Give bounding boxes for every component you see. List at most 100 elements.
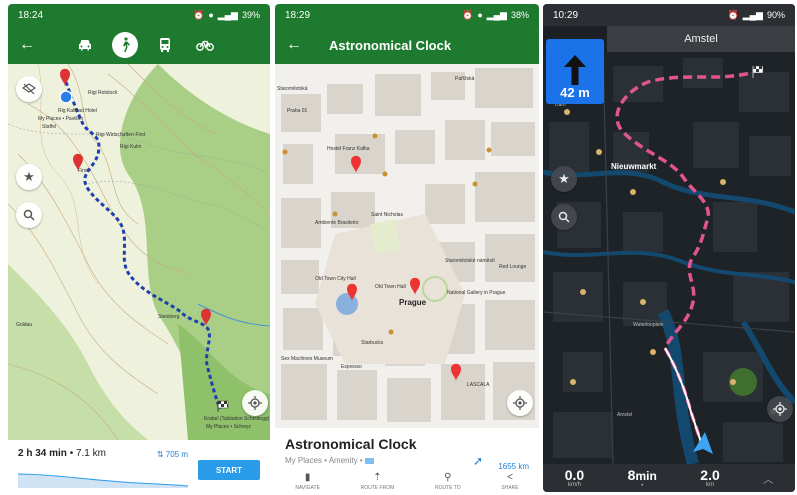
map-label: Staffel xyxy=(42,124,57,130)
bus-icon xyxy=(160,38,170,52)
map-label: LASCALA xyxy=(467,382,490,388)
status-bar: 18:24 ⏰ ● ▂▄▆ 39% xyxy=(8,4,270,26)
star-icon: ★ xyxy=(558,171,570,186)
speed-value: 0.0 xyxy=(564,467,585,483)
navigate-action[interactable]: ▮ NAVIGATE xyxy=(295,472,320,491)
phone-screen-hiking: 18:24 ⏰ ● ▂▄▆ 39% ← Rig Kaltbad Hotel My… xyxy=(8,4,270,492)
map-label: Staroměstská xyxy=(277,86,308,92)
map-label: Rigi Kulm xyxy=(120,144,142,150)
share-action[interactable]: < SHARE xyxy=(501,472,518,491)
route-duration: 2 h 34 min xyxy=(18,448,67,459)
turn-distance: 42 m xyxy=(560,85,590,100)
map-label: Pařížská xyxy=(455,76,475,82)
signal-icon: ▂▄▆ xyxy=(217,9,238,20)
search-button[interactable] xyxy=(551,204,577,230)
distance-stat: 2.0 km xyxy=(700,468,719,488)
bus-mode-button[interactable] xyxy=(152,32,178,58)
walk-mode-button[interactable] xyxy=(112,32,138,58)
signal-icon: ▂▄▆ xyxy=(742,9,763,20)
trip-stats-bar: 0.0 km/h 8min • 2.0 km ︿ xyxy=(543,464,795,492)
status-bar: 10:29 ⏰ ▂▄▆ 90% xyxy=(543,4,795,26)
place-distance: 1655 km xyxy=(498,462,529,471)
bike-icon xyxy=(196,40,214,51)
route-summary-panel: 2 h 34 min • 7.1 km ⇅ 705 m START xyxy=(8,440,270,492)
map-label: Goldau xyxy=(16,322,33,328)
map-label: Rigi Wirtschaften-First xyxy=(96,132,146,138)
route-from-action[interactable]: ⇡ ROUTE FROM xyxy=(361,472,395,491)
bike-mode-button[interactable] xyxy=(192,32,218,58)
category-color-icon xyxy=(364,457,374,464)
app-bar: ← Astronomical Clock xyxy=(275,26,539,64)
layers-off-icon xyxy=(22,83,36,95)
my-location-button[interactable] xyxy=(242,390,268,416)
alarm-icon: ⏰ xyxy=(462,9,474,20)
layers-button[interactable] xyxy=(16,76,42,102)
city-map-graphic xyxy=(275,64,539,428)
star-icon: ★ xyxy=(23,169,35,184)
map-label: Rigi Rotstock xyxy=(88,90,118,96)
car-icon xyxy=(79,40,91,51)
night-map[interactable]: Nieuwmarkt Dam Waterlooplein Amstel ★ xyxy=(543,52,795,464)
search-icon xyxy=(23,209,35,221)
place-detail-panel: Astronomical Clock My Places • Amenity •… xyxy=(275,428,539,492)
map-label: Steinberg xyxy=(158,314,180,320)
elevation-gain: ⇅ 705 m xyxy=(156,450,188,459)
page-title: Astronomical Clock xyxy=(329,37,452,53)
time-unit: min xyxy=(635,468,657,483)
car-mode-button[interactable] xyxy=(72,32,98,58)
turn-instruction: 42 m xyxy=(546,39,604,104)
status-time: 18:29 xyxy=(285,9,311,21)
speed-unit: km/h xyxy=(567,482,581,488)
map-label: Hostel Franz Kafka xyxy=(327,146,370,152)
map-label: Starbucks xyxy=(361,340,384,346)
start-button[interactable]: START xyxy=(198,460,260,480)
map-label: Rig Kaltbad Hotel xyxy=(58,108,97,114)
map-label: Waterlooplein xyxy=(633,322,664,328)
my-location-button[interactable] xyxy=(507,390,533,416)
map-label: First xyxy=(78,168,88,174)
distance-unit: km xyxy=(706,482,715,488)
chevron-up-icon[interactable]: ︿ xyxy=(763,471,773,486)
city-map[interactable]: Staroměstská Praha 01 Pařížská Hostel Fr… xyxy=(275,64,539,428)
phone-screen-navigation: 10:29 ⏰ ▂▄▆ 90% Amstel Nieuwmarkt Dam Wa… xyxy=(543,4,795,492)
route-to-action[interactable]: ⚲ ROUTE TO xyxy=(435,472,461,491)
map-label: Old Town Hall xyxy=(375,284,406,290)
map-label: My Places • Schwyz xyxy=(206,424,251,430)
map-label: Praha 01 xyxy=(287,108,308,114)
battery-percent: 39% xyxy=(241,10,260,20)
phone-screen-place: 18:29 ⏰ ● ▂▄▆ 38% ← Astronomical Clock S… xyxy=(275,4,539,492)
map-label-nieuwmarkt: Nieuwmarkt xyxy=(611,162,657,171)
crosshair-icon xyxy=(248,396,262,410)
route-from-icon: ⇡ xyxy=(373,472,382,483)
status-time: 10:29 xyxy=(553,9,579,21)
crosshair-icon xyxy=(773,402,787,416)
location-icon: ● xyxy=(477,10,483,20)
map-label: Sex Machines Museum xyxy=(281,356,333,362)
alarm-icon: ⏰ xyxy=(193,9,205,20)
search-button[interactable] xyxy=(16,202,42,228)
map-label: Espresso xyxy=(341,364,362,370)
map-label: Ambiente Brasileiro xyxy=(315,220,359,226)
search-icon xyxy=(558,211,570,223)
topographic-map[interactable]: Rig Kaltbad Hotel My Places • Pavilion S… xyxy=(8,64,270,440)
place-actions: ▮ NAVIGATE ⇡ ROUTE FROM ⚲ ROUTE TO < SHA… xyxy=(275,472,539,491)
crosshair-icon xyxy=(513,396,527,410)
favorites-button[interactable]: ★ xyxy=(16,164,42,190)
map-label: Old Town City Hall xyxy=(315,276,356,282)
direction-arrow-icon: ➚ xyxy=(472,454,483,468)
route-to-icon: ⚲ xyxy=(444,472,452,483)
back-arrow-icon[interactable]: ← xyxy=(283,34,305,56)
favorites-button[interactable]: ★ xyxy=(551,166,577,192)
my-location-button[interactable] xyxy=(767,396,793,422)
signal-icon: ▂▄▆ xyxy=(486,9,507,20)
back-arrow-icon[interactable]: ← xyxy=(16,34,38,56)
share-icon: < xyxy=(507,472,513,483)
map-label: My Places • Pavilion xyxy=(38,116,84,122)
map-label: Red Lounge xyxy=(499,264,527,270)
location-icon: ● xyxy=(208,10,214,20)
walk-icon xyxy=(123,37,130,52)
night-map-graphic xyxy=(543,52,795,464)
alarm-icon: ⏰ xyxy=(727,9,739,20)
map-label: Amstel xyxy=(617,412,633,418)
speed-stat: 0.0 km/h xyxy=(565,468,584,488)
